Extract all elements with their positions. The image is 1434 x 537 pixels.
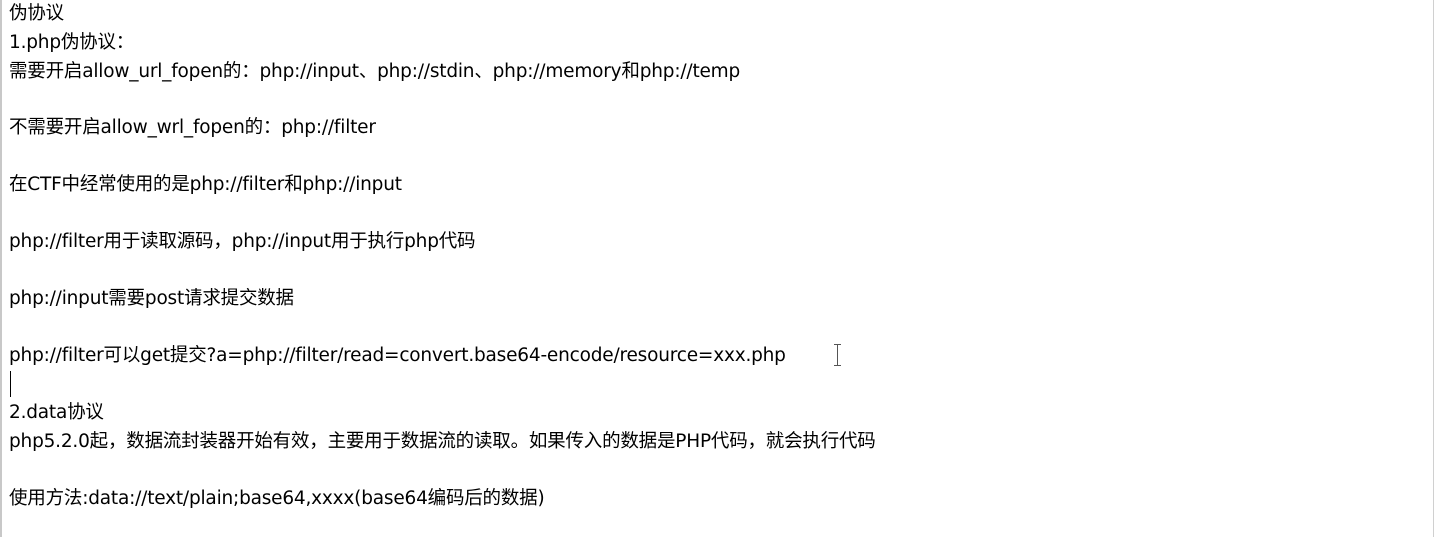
text-line-allow-url-fopen: 需要开启allow_url_fopen的：php://input、php://s… — [9, 61, 741, 82]
text-caret — [10, 371, 11, 397]
text-line-ctf-usage: 在CTF中经常使用的是php://filter和php://input — [9, 174, 402, 195]
section-php-pseudo-protocol: 1.php伪协议： — [9, 32, 135, 53]
text-line-usage-method: 使用方法:data://text/plain;base64,xxxx(base6… — [9, 488, 545, 509]
text-line-filter-get: php://filter可以get提交?a=php://filter/read=… — [9, 345, 786, 366]
text-line-no-allow-url-fopen: 不需要开启allow_wrl_fopen的：php://filter — [9, 117, 376, 138]
text-line-data-stream: php5.2.0起，数据流封装器开始有效，主要用于数据流的读取。如果传入的数据是… — [9, 431, 876, 452]
text-editor-area[interactable]: 伪协议 1.php伪协议： 需要开启allow_url_fopen的：php:/… — [0, 0, 1434, 537]
heading-pseudo-protocol: 伪协议 — [9, 3, 64, 24]
ibeam-cursor-icon — [834, 344, 841, 366]
text-line-filter-input-purpose: php://filter用于读取源码，php://input用于执行php代码 — [9, 231, 476, 252]
section-data-protocol: 2.data协议 — [9, 402, 104, 423]
text-line-input-post: php://input需要post请求提交数据 — [9, 288, 294, 309]
